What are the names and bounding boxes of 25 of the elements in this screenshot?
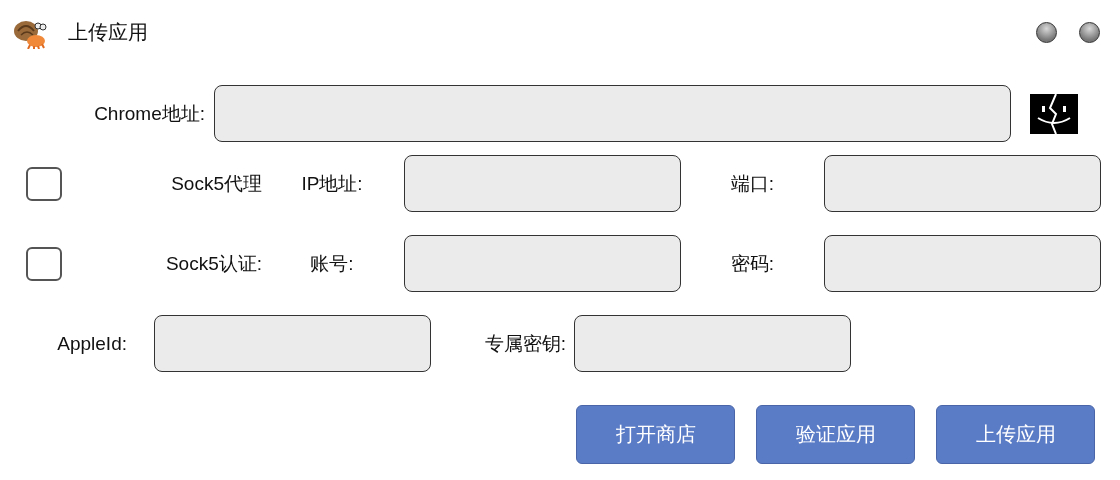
action-button[interactable]: 验证应用 [756, 405, 915, 464]
input-field[interactable] [824, 155, 1101, 212]
field-label: Chrome地址: [93, 101, 206, 126]
field-label: AppleId: [56, 332, 128, 355]
field-label: 密码: [729, 251, 776, 276]
field-label: 账号: [309, 251, 355, 276]
action-button[interactable]: 打开商店 [576, 405, 735, 464]
input-field[interactable] [214, 85, 1011, 142]
window-control[interactable] [1079, 22, 1100, 43]
checkbox[interactable] [26, 166, 62, 201]
input-field[interactable] [574, 315, 851, 372]
checkbox-label: Sock5代理 [170, 171, 263, 196]
action-button[interactable]: 上传应用 [936, 405, 1095, 464]
input-field[interactable] [404, 155, 681, 212]
face-icon[interactable] [1030, 93, 1078, 134]
field-label: 端口: [729, 171, 776, 196]
input-field[interactable] [824, 235, 1101, 292]
field-label: 专属密钥: [483, 331, 567, 356]
checkbox[interactable] [26, 246, 62, 281]
input-field[interactable] [154, 315, 431, 372]
input-field[interactable] [404, 235, 681, 292]
field-label: IP地址: [300, 171, 364, 196]
window-title: 上传应用 [68, 20, 149, 45]
window-control[interactable] [1036, 22, 1057, 43]
checkbox-label: Sock5认证: [164, 251, 263, 276]
